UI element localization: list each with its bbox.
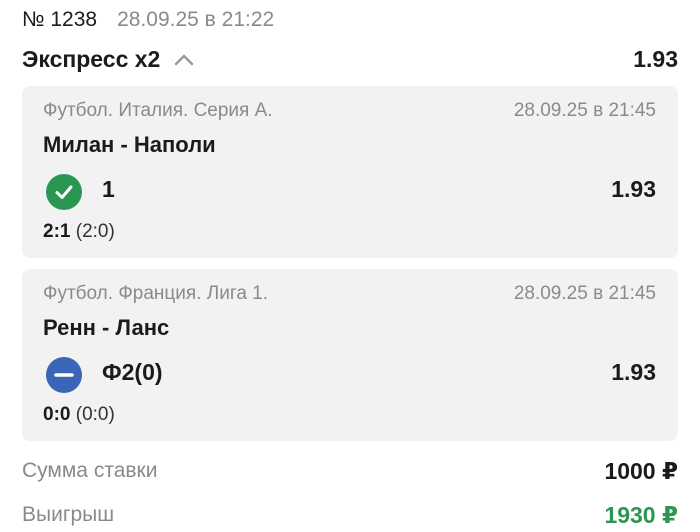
- event-date: 28.09.25 в 21:45: [513, 283, 656, 304]
- check-circle-icon: [46, 174, 82, 210]
- minus-circle-icon: [46, 357, 82, 393]
- event-date: 28.09.25 в 21:45: [513, 100, 656, 121]
- event-outcome: 1: [102, 176, 115, 202]
- stake-label: Сумма ставки: [22, 459, 158, 482]
- final-score: 0:0: [43, 404, 71, 425]
- event-teams: Ренн - Ланс: [43, 315, 170, 340]
- bet-number: № 1238: [22, 8, 98, 31]
- event-teams: Милан - Наполи: [43, 132, 216, 157]
- express-title: Экспресс х2: [22, 45, 161, 72]
- bet-date: 28.09.25 в 21:22: [117, 8, 275, 31]
- win-row: Выигрыш 1930 ₽: [22, 498, 678, 532]
- win-label: Выигрыш: [22, 503, 115, 526]
- bet-details-page: № 1238 28.09.25 в 21:22 Экспресс х2 1.93…: [0, 0, 700, 532]
- event-score: 2:1 (2:0): [43, 221, 115, 243]
- chevron-up-icon[interactable]: [174, 52, 194, 66]
- express-coefficient: 1.93: [633, 45, 678, 72]
- win-value: 1930 ₽: [604, 501, 678, 528]
- stake-row: Сумма ставки 1000 ₽: [22, 454, 678, 488]
- event-league: Футбол. Франция. Лига 1.: [43, 283, 269, 304]
- event-coefficient: 1.93: [611, 359, 656, 385]
- express-title-group[interactable]: Экспресс х2: [22, 46, 194, 73]
- bet-header: № 1238 28.09.25 в 21:22: [22, 8, 274, 32]
- event-coefficient: 1.93: [611, 176, 656, 202]
- event-outcome: Ф2(0): [102, 359, 163, 385]
- express-header[interactable]: Экспресс х2 1.93: [22, 42, 678, 76]
- event-league: Футбол. Италия. Серия А.: [43, 100, 273, 121]
- half-time-score: (0:0): [75, 404, 115, 425]
- event-card: Футбол. Италия. Серия А. 28.09.25 в 21:4…: [22, 86, 678, 258]
- final-score: 2:1: [43, 221, 71, 242]
- half-time-score: (2:0): [75, 221, 115, 242]
- stake-value: 1000 ₽: [604, 457, 678, 484]
- event-score: 0:0 (0:0): [43, 404, 115, 426]
- event-card: Футбол. Франция. Лига 1. 28.09.25 в 21:4…: [22, 269, 678, 441]
